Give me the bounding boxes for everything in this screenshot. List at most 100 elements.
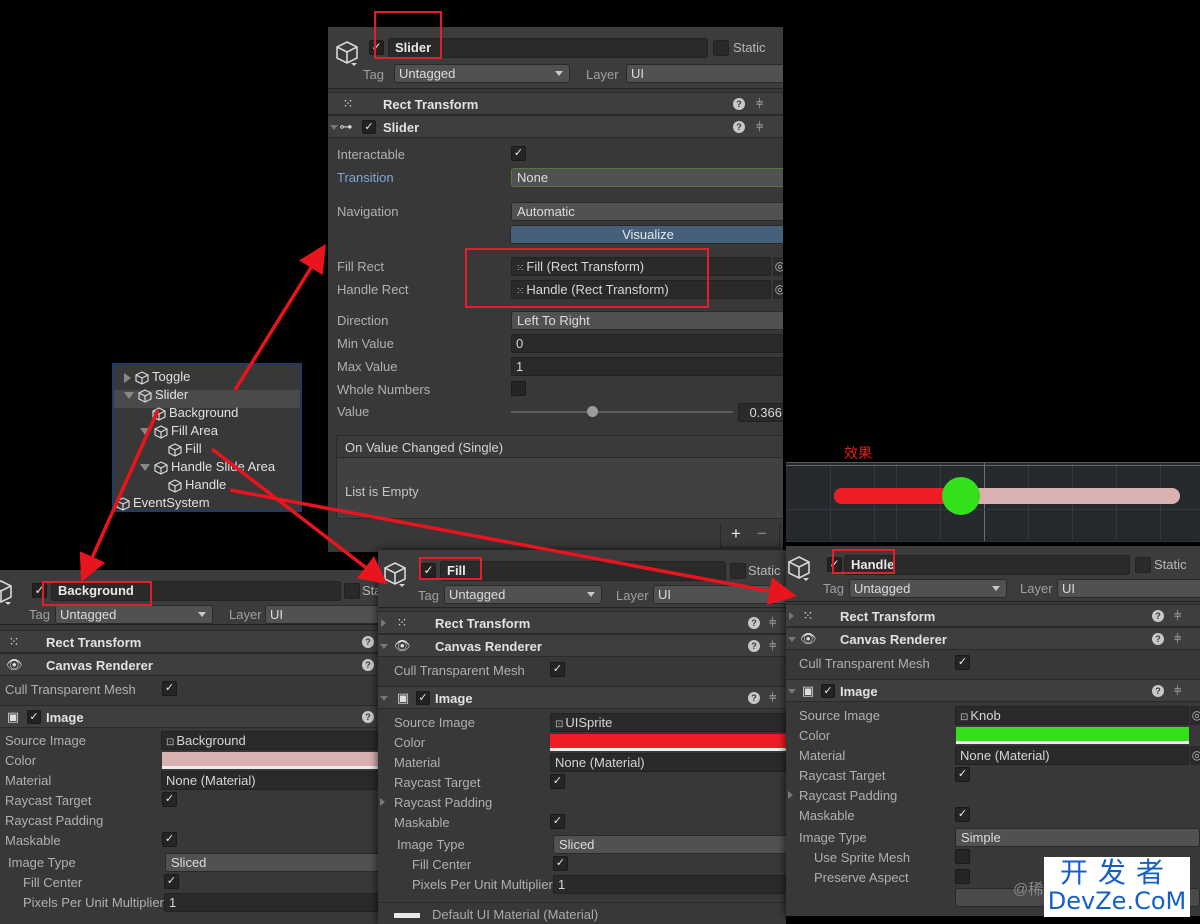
material-field[interactable]: None (Material) xyxy=(161,771,378,790)
canvas-renderer-header[interactable]: 👁 Canvas Renderer ? xyxy=(0,653,378,676)
fold-arrow-icon[interactable] xyxy=(788,637,796,642)
value-input[interactable]: 0.366 xyxy=(738,403,783,422)
hierarchy-item[interactable]: Handle xyxy=(168,477,226,495)
handle-rect-field[interactable]: ⁙ Handle (Rect Transform) xyxy=(511,280,771,299)
settings-sliders-icon[interactable]: ⫩ xyxy=(756,97,763,111)
settings-sliders-icon[interactable]: ⫩ xyxy=(756,120,763,134)
color-swatch[interactable] xyxy=(550,734,786,751)
value-slider-thumb[interactable] xyxy=(587,406,599,417)
color-swatch[interactable] xyxy=(956,727,1189,744)
image-type-dropdown[interactable]: Sliced xyxy=(165,853,378,872)
object-name-field[interactable]: Fill xyxy=(440,561,726,581)
layer-dropdown[interactable]: UI xyxy=(265,605,378,624)
fold-arrow-icon[interactable] xyxy=(788,791,793,799)
expand-arrow-closed-icon[interactable] xyxy=(124,372,131,383)
layer-dropdown[interactable]: UI xyxy=(1057,579,1200,598)
raycast-padding-row[interactable]: Raycast Padding xyxy=(378,792,786,812)
help-icon[interactable]: ? xyxy=(362,636,374,648)
hierarchy-item[interactable]: Background xyxy=(152,405,238,423)
hierarchy-item[interactable]: Slider xyxy=(124,387,188,405)
tag-dropdown[interactable]: Untagged xyxy=(849,579,1007,598)
material-field[interactable]: None (Material) xyxy=(550,753,786,772)
ppu-input[interactable]: 1 xyxy=(164,893,378,912)
cull-transparent-mesh-checkbox[interactable]: ✓ xyxy=(955,655,970,670)
active-checkbox[interactable]: ✓ xyxy=(827,557,842,572)
maskable-checkbox[interactable]: ✓ xyxy=(550,814,565,829)
object-name-field[interactable]: Handle xyxy=(844,555,1130,575)
layer-dropdown[interactable]: UI xyxy=(653,585,786,604)
canvas-renderer-header[interactable]: 👁 Canvas Renderer ? ⫩ xyxy=(786,627,1200,650)
source-image-field[interactable]: ⊡ Background xyxy=(161,731,378,750)
fold-arrow-icon[interactable] xyxy=(380,798,385,806)
whole-numbers-checkbox[interactable] xyxy=(511,381,526,396)
help-icon[interactable]: ? xyxy=(1152,633,1164,645)
raycast-target-checkbox[interactable]: ✓ xyxy=(550,774,565,789)
component-enabled-checkbox[interactable]: ✓ xyxy=(27,710,41,724)
raycast-target-checkbox[interactable]: ✓ xyxy=(162,792,177,807)
maskable-checkbox[interactable]: ✓ xyxy=(162,832,177,847)
interactable-checkbox[interactable]: ✓ xyxy=(511,146,526,161)
active-checkbox[interactable]: ✓ xyxy=(369,40,384,55)
preserve-aspect-checkbox[interactable] xyxy=(955,869,970,884)
canvas-renderer-header[interactable]: 👁 Canvas Renderer ? ⫩ xyxy=(378,634,786,657)
hierarchy-item[interactable]: EventSystem xyxy=(116,495,210,513)
direction-dropdown[interactable]: Left To Right xyxy=(511,311,783,330)
fold-arrow-icon[interactable] xyxy=(381,619,386,627)
value-slider-track[interactable] xyxy=(511,411,733,413)
expand-arrow-open-icon[interactable] xyxy=(124,392,134,400)
component-enabled-checkbox[interactable]: ✓ xyxy=(821,684,835,698)
cull-transparent-mesh-checkbox[interactable]: ✓ xyxy=(162,681,177,696)
gameobject-cube-icon[interactable] xyxy=(382,560,408,588)
help-icon[interactable]: ? xyxy=(1152,685,1164,697)
fill-center-checkbox[interactable]: ✓ xyxy=(553,856,568,871)
image-type-dropdown[interactable]: Simple xyxy=(955,828,1200,847)
fill-center-checkbox[interactable]: ✓ xyxy=(164,874,179,889)
help-icon[interactable]: ? xyxy=(362,711,374,723)
rect-transform-header[interactable]: ⁙ Rect Transform ? ⫩ xyxy=(328,92,783,115)
fill-rect-field[interactable]: ⁙ Fill (Rect Transform) xyxy=(511,257,771,276)
help-icon[interactable]: ? xyxy=(733,98,745,110)
cull-transparent-mesh-checkbox[interactable]: ✓ xyxy=(550,662,565,677)
settings-sliders-icon[interactable]: ⫩ xyxy=(769,691,776,705)
gameobject-cube-icon[interactable] xyxy=(786,554,812,582)
image-component-header[interactable]: ▣ ✓ Image ? ⫩ xyxy=(378,686,786,709)
navigation-dropdown[interactable]: Automatic xyxy=(511,202,783,221)
material-field[interactable]: None (Material) xyxy=(955,746,1189,765)
max-value-input[interactable]: 1 xyxy=(511,357,783,376)
static-checkbox[interactable] xyxy=(344,583,360,599)
layer-dropdown[interactable]: UI xyxy=(626,64,783,83)
source-image-field[interactable]: ⊡ UISprite xyxy=(550,713,786,732)
rect-transform-header[interactable]: ⁙ Rect Transform ? ⫩ xyxy=(378,611,786,634)
tag-dropdown[interactable]: Untagged xyxy=(394,64,570,83)
help-icon[interactable]: ? xyxy=(362,659,374,671)
object-picker-icon[interactable]: ◎ xyxy=(1190,746,1200,765)
raycast-target-checkbox[interactable]: ✓ xyxy=(955,767,970,782)
remove-event-button[interactable]: − xyxy=(757,524,767,544)
hierarchy-item[interactable]: Fill xyxy=(168,441,202,459)
help-icon[interactable]: ? xyxy=(748,640,760,652)
gameobject-cube-icon[interactable] xyxy=(334,39,360,67)
ppu-input[interactable]: 1 xyxy=(553,875,786,894)
object-name-field[interactable]: Background xyxy=(51,581,341,601)
min-value-input[interactable]: 0 xyxy=(511,334,783,353)
help-icon[interactable]: ? xyxy=(733,121,745,133)
help-icon[interactable]: ? xyxy=(748,617,760,629)
active-checkbox[interactable]: ✓ xyxy=(421,563,436,578)
help-icon[interactable]: ? xyxy=(748,692,760,704)
tag-dropdown[interactable]: Untagged xyxy=(444,585,602,604)
rect-transform-header[interactable]: ⁙ Rect Transform ? xyxy=(0,630,378,653)
fold-arrow-icon[interactable] xyxy=(380,644,388,649)
settings-sliders-icon[interactable]: ⫩ xyxy=(1174,609,1181,623)
fold-arrow-icon[interactable] xyxy=(330,125,338,130)
settings-sliders-icon[interactable]: ⫩ xyxy=(1174,632,1181,646)
fold-arrow-icon[interactable] xyxy=(380,696,388,701)
fold-arrow-icon[interactable] xyxy=(788,689,796,694)
settings-sliders-icon[interactable]: ⫩ xyxy=(769,639,776,653)
component-enabled-checkbox[interactable]: ✓ xyxy=(362,120,376,134)
fold-arrow-icon[interactable] xyxy=(789,612,794,620)
hierarchy-item[interactable]: Toggle xyxy=(124,369,190,387)
raycast-padding-row[interactable]: Raycast Padding xyxy=(0,810,378,830)
use-sprite-mesh-checkbox[interactable] xyxy=(955,849,970,864)
image-component-header[interactable]: ▣ ✓ Image ? xyxy=(0,705,378,728)
transition-dropdown[interactable]: None xyxy=(511,168,783,187)
